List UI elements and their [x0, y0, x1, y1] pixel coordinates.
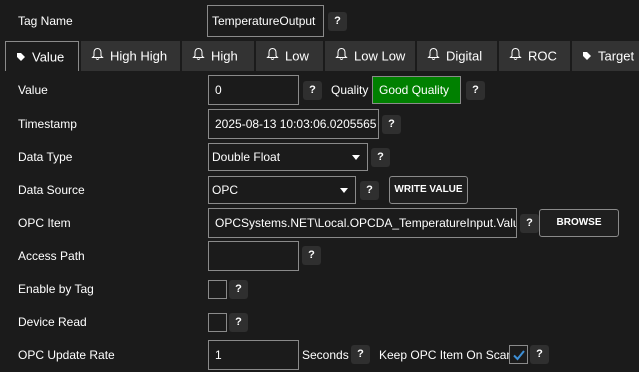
timestamp-label: Timestamp	[18, 117, 77, 131]
bell-icon	[91, 42, 104, 72]
data-type-help-button[interactable]: ?	[371, 148, 390, 167]
tab-label: High High	[110, 48, 168, 64]
data-source-label: Data Source	[18, 183, 85, 197]
keep-on-scan-help-button[interactable]: ?	[530, 345, 549, 364]
tab-label: ROC	[528, 48, 557, 64]
access-path-field[interactable]	[208, 241, 299, 271]
quality-status-badge: Good Quality	[372, 76, 461, 104]
data-source-help-button[interactable]: ?	[360, 181, 379, 200]
data-source-selected: OPC	[212, 183, 239, 197]
opc-update-rate-label: OPC Update Rate	[18, 348, 115, 362]
bell-icon	[335, 42, 348, 72]
tab-label: Low	[285, 48, 309, 64]
update-rate-units-label: Seconds	[302, 348, 349, 362]
data-type-selected: Double Float	[212, 150, 281, 164]
tab-label: Low Low	[354, 48, 406, 64]
device-read-help-button[interactable]: ?	[229, 313, 248, 332]
tab-label: Digital	[446, 48, 483, 64]
tag-name-field[interactable]: TemperatureOutput	[207, 5, 324, 37]
value-label: Value	[18, 83, 48, 97]
keep-on-scan-label: Keep OPC Item On Scan	[379, 348, 514, 362]
tag-icon	[582, 42, 592, 72]
data-type-label: Data Type	[18, 150, 73, 164]
chevron-down-icon	[352, 155, 360, 160]
write-value-button[interactable]: WRITE VALUE	[389, 176, 468, 204]
tab-value[interactable]: Value	[5, 41, 79, 71]
opc-item-field[interactable]: OPCSystems.NET\Local.OPCDA_TemperatureIn…	[208, 208, 517, 238]
opc-item-help-button[interactable]: ?	[520, 214, 539, 233]
tab-target[interactable]: Target	[572, 41, 639, 71]
opc-update-rate-field[interactable]: 1	[208, 340, 299, 370]
chevron-down-icon	[340, 188, 348, 193]
tab-high[interactable]: High	[182, 41, 254, 71]
tab-high-high[interactable]: High High	[81, 41, 180, 71]
tag-name-label: Tag Name	[18, 14, 73, 28]
value-field[interactable]: 0	[208, 75, 299, 105]
tab-low[interactable]: Low	[256, 41, 323, 71]
value-help-button[interactable]: ?	[303, 81, 322, 100]
tab-label: Value	[32, 49, 65, 65]
bell-icon	[266, 42, 279, 72]
bell-icon	[427, 42, 440, 72]
tag-name-help-button[interactable]: ?	[328, 12, 347, 31]
access-path-label: Access Path	[18, 249, 85, 263]
device-read-checkbox[interactable]	[208, 313, 227, 332]
opc-update-rate-help-button[interactable]: ?	[351, 345, 370, 364]
tab-roc[interactable]: ROC	[499, 41, 570, 71]
checkmark-icon	[513, 350, 525, 361]
enable-by-tag-label: Enable by Tag	[18, 282, 94, 296]
quality-help-button[interactable]: ?	[466, 81, 485, 100]
data-source-dropdown[interactable]: OPC	[208, 176, 356, 204]
timestamp-field[interactable]: 2025-08-13 10:03:06.0205565	[208, 109, 379, 139]
bell-icon	[192, 42, 205, 72]
quality-label: Quality	[331, 83, 369, 97]
tab-label: Target	[598, 48, 635, 64]
tab-label: High	[211, 48, 238, 64]
data-type-dropdown[interactable]: Double Float	[208, 143, 368, 171]
tab-digital[interactable]: Digital	[417, 41, 497, 71]
device-read-label: Device Read	[18, 315, 87, 329]
opc-item-label: OPC Item	[18, 216, 71, 230]
tab-strip: Value High High High Low Low Low Digital…	[0, 41, 639, 71]
enable-by-tag-help-button[interactable]: ?	[229, 280, 248, 299]
tag-icon	[16, 43, 26, 73]
enable-by-tag-checkbox[interactable]	[208, 280, 227, 299]
browse-button[interactable]: BROWSE	[539, 209, 619, 237]
bell-icon	[509, 42, 522, 72]
tab-low-low[interactable]: Low Low	[325, 41, 415, 71]
timestamp-help-button[interactable]: ?	[382, 115, 401, 134]
keep-on-scan-checkbox[interactable]	[509, 345, 528, 364]
access-path-help-button[interactable]: ?	[302, 246, 321, 265]
